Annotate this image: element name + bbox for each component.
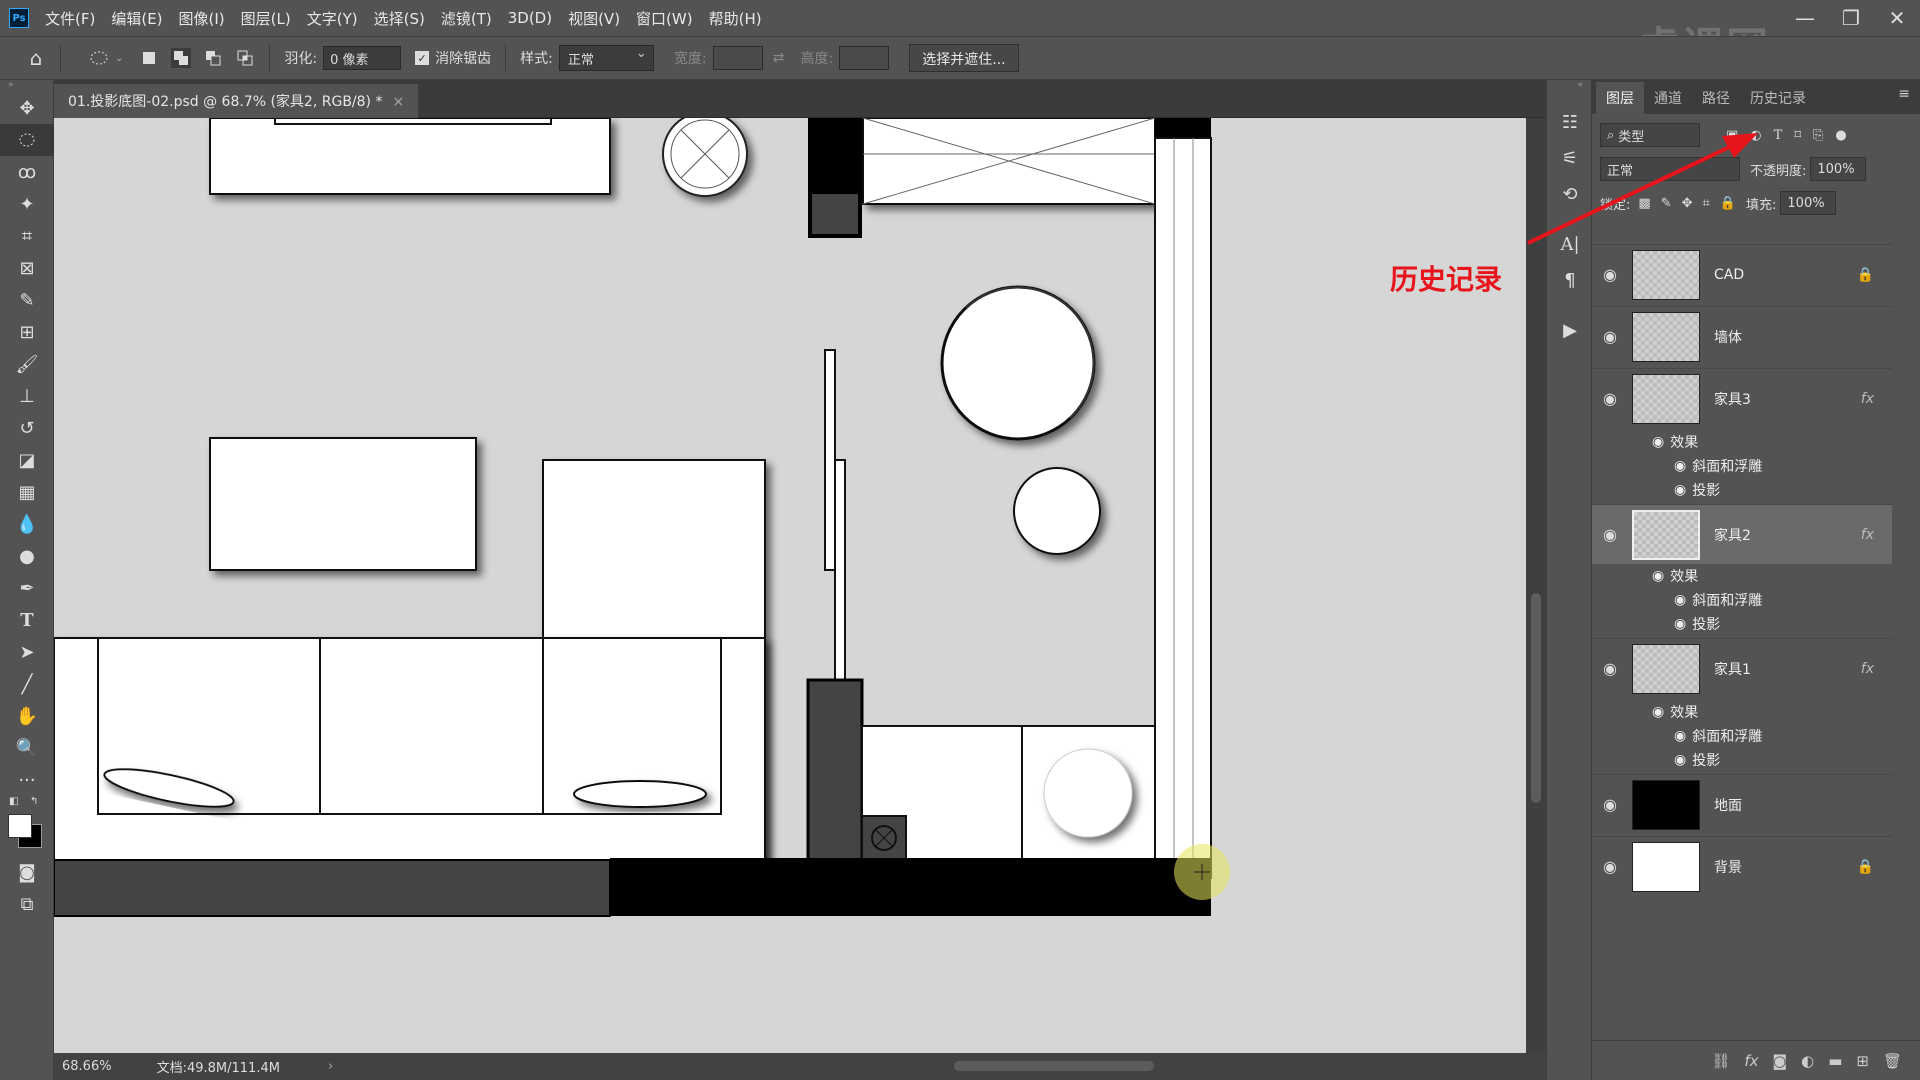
annotation-arrow (1527, 133, 1758, 245)
annotation-label: 历史记录 (1390, 263, 1503, 296)
